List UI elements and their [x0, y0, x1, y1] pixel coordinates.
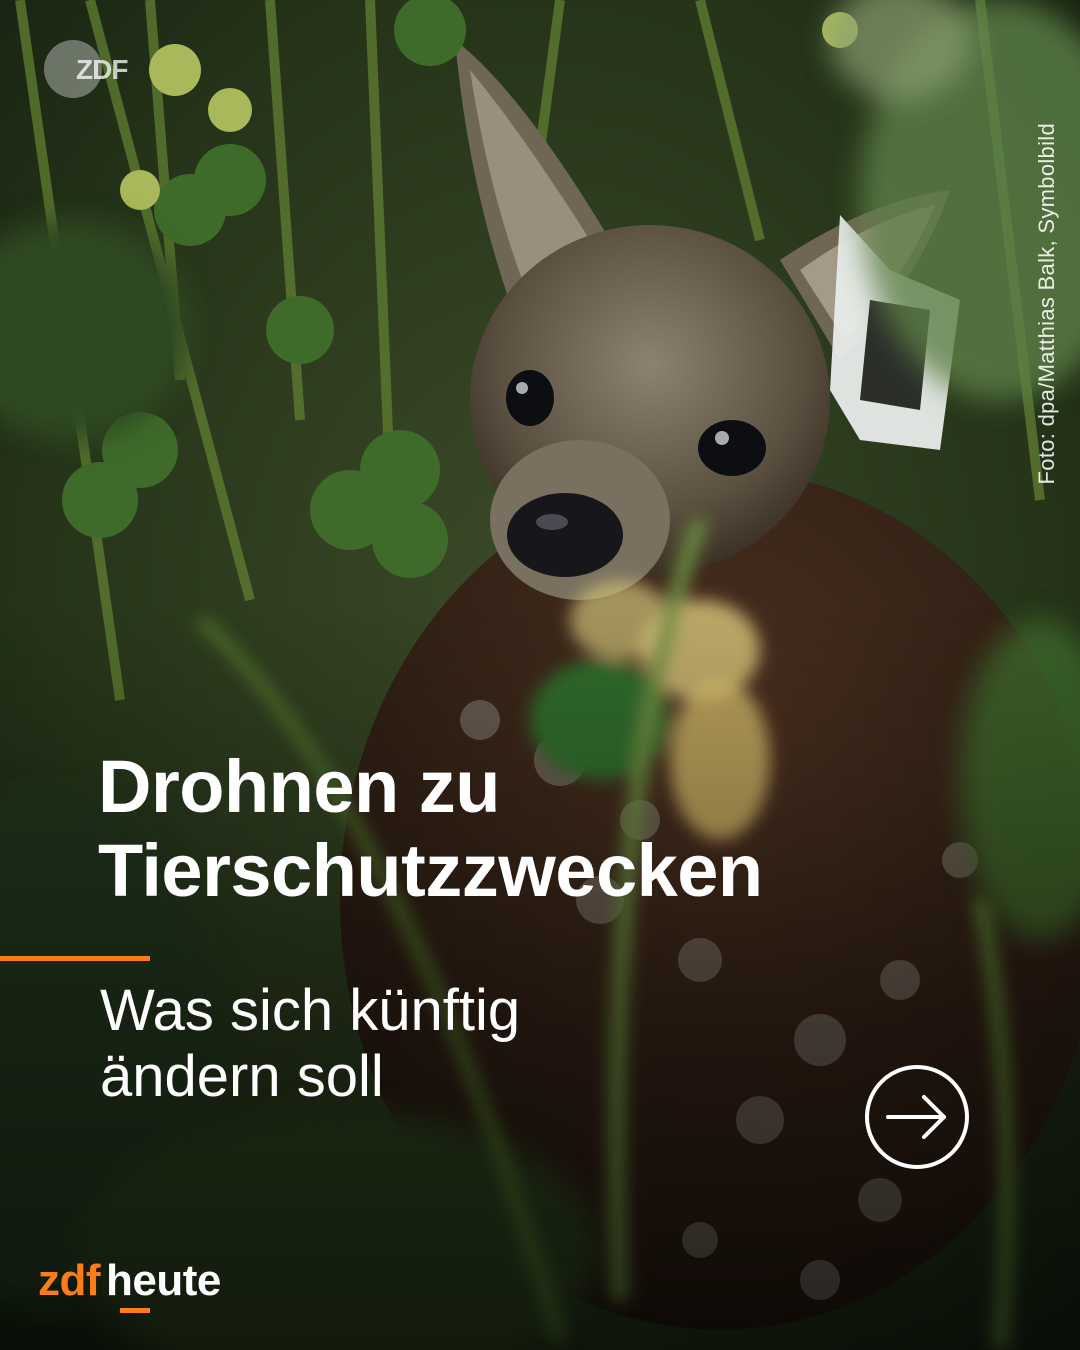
- headline-line-1: Drohnen zu: [98, 745, 500, 828]
- social-card: ZDF Foto: dpa/Matthias Balk, Symbolbild …: [0, 0, 1080, 1350]
- subline-line-1: Was sich künftig: [100, 978, 521, 1043]
- subline: Was sich künftig ändern soll: [100, 978, 800, 1110]
- accent-divider: [0, 956, 150, 961]
- arrow-right-circle-icon[interactable]: [864, 1064, 970, 1170]
- subline-line-2: ändern soll: [100, 1044, 384, 1109]
- brand-underline: [120, 1308, 150, 1313]
- zdfheute-logo: zdf heute: [38, 1256, 221, 1316]
- brand-heute: heute: [106, 1256, 221, 1305]
- photo-credit: Foto: dpa/Matthias Balk, Symbolbild: [1030, 44, 1060, 484]
- headline-line-2: Tierschutzzwecken: [98, 829, 763, 912]
- photo-credit-text: Foto: dpa/Matthias Balk, Symbolbild: [1034, 122, 1059, 484]
- brand-zdf: zdf: [38, 1256, 101, 1305]
- zdf-watermark-text: ZDF: [76, 54, 128, 85]
- headline: Drohnen zu Tierschutzzwecken: [98, 745, 978, 913]
- zdf-watermark-icon: ZDF: [44, 40, 128, 98]
